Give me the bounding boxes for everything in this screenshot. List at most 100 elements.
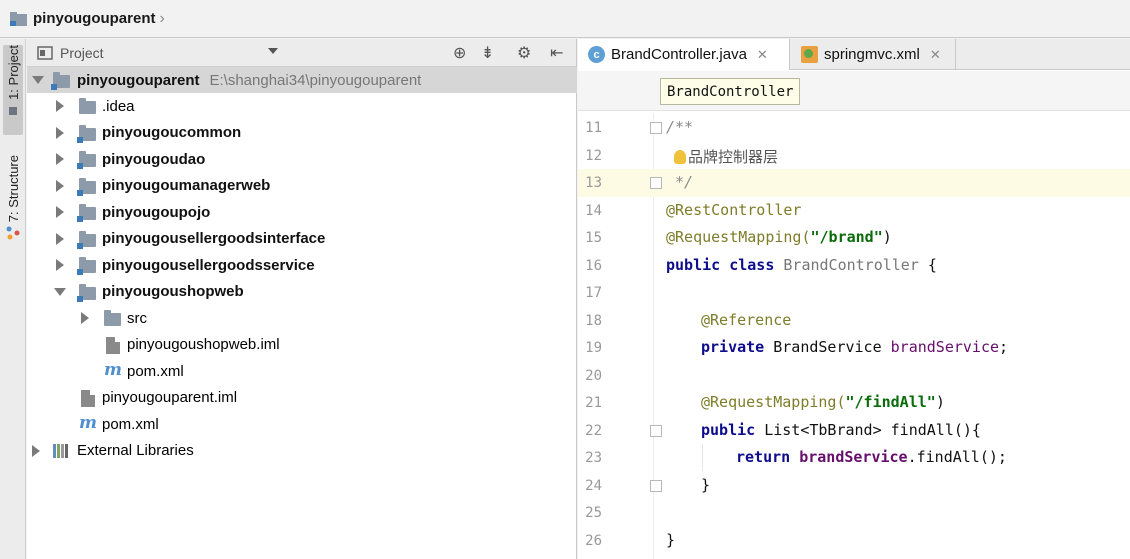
expand-arrow-icon[interactable]	[56, 179, 64, 192]
folder-icon	[104, 310, 121, 326]
tool-tab-project[interactable]: 1: Project	[3, 45, 23, 135]
tab-springmvc[interactable]: springmvc.xml ✕	[791, 39, 956, 70]
tree-item-file[interactable]: m pom.xml	[27, 358, 577, 384]
tree-item-module[interactable]: pinyougoushopweb	[27, 279, 577, 305]
indent-guide	[702, 444, 703, 471]
fold-marker-icon[interactable]	[650, 479, 662, 492]
expand-arrow-icon[interactable]	[56, 153, 64, 165]
expand-arrow-icon[interactable]	[32, 444, 40, 457]
code-text: @Reference	[701, 310, 792, 329]
tree-item-module[interactable]: pinyougoudao	[27, 146, 577, 172]
tree-item-module[interactable]: pinyougousellergoodsservice	[27, 252, 577, 278]
annotation-token: @RequestMapping(	[666, 228, 811, 246]
punct-token: )	[935, 393, 945, 411]
lightbulb-icon[interactable]	[674, 149, 686, 164]
code-line[interactable]: 18 @Reference	[578, 307, 1130, 335]
code-line[interactable]: 26 }	[578, 527, 1130, 555]
code-text: public List<TbBrand> findAll(){	[701, 421, 981, 439]
code-editor: c BrandController.java ✕ springmvc.xml ✕…	[578, 39, 1130, 559]
fold-marker-icon[interactable]	[650, 122, 662, 134]
root-module-name: pinyougouparent	[77, 71, 200, 89]
tree-item-label: pom.xml	[102, 415, 159, 433]
tree-item-external-libraries[interactable]: External Libraries	[27, 438, 577, 464]
line-number: 23	[585, 450, 602, 466]
tree-item-src[interactable]: src	[27, 305, 577, 331]
line-number: 13	[585, 175, 602, 191]
tree-item-label: pinyougoushopweb.iml	[127, 336, 280, 353]
line-number: 26	[585, 532, 602, 549]
tree-item-module[interactable]: pinyougousellergoodsinterface	[27, 226, 577, 252]
class-breadcrumb[interactable]: BrandController	[660, 78, 801, 105]
tree-item-module[interactable]: pinyougoumanagerweb	[27, 173, 577, 199]
close-icon[interactable]: ✕	[930, 47, 941, 63]
module-folder-icon	[77, 151, 96, 169]
expand-arrow-icon[interactable]	[56, 100, 64, 112]
code-line[interactable]: 19 private BrandService brandService;	[578, 334, 1130, 362]
gear-icon[interactable]: ⚙	[517, 43, 531, 63]
string-token: "/findAll"	[845, 393, 936, 411]
scroll-from-source-icon[interactable]: ⊕	[453, 43, 466, 63]
expand-arrow-icon[interactable]	[32, 76, 44, 84]
tree-item-idea[interactable]: .idea	[27, 93, 577, 119]
project-panel: Project ⊕ ⇟ ⚙ ⇤ pinyougouparent E:\shangh…	[27, 39, 577, 559]
tree-item-module[interactable]: pinyougoucommon	[27, 120, 577, 146]
punct-token: {	[927, 255, 937, 274]
java-class-icon: c	[588, 46, 605, 63]
code-line[interactable]: 22 public List<TbBrand> findAll(){	[578, 417, 1130, 445]
tree-item-label: pom.xml	[127, 362, 184, 380]
line-number: 19	[585, 340, 602, 356]
fold-marker-icon[interactable]	[650, 424, 662, 437]
code-text: return brandService.findAll();	[736, 448, 1007, 466]
code-line[interactable]: 23 return brandService.findAll();	[578, 444, 1130, 472]
code-line[interactable]: 25	[578, 499, 1130, 527]
navigation-bar: pinyougouparent ›	[0, 0, 1130, 38]
collapse-all-icon[interactable]: ⇟	[481, 43, 494, 63]
module-folder-icon	[77, 124, 96, 143]
module-folder-icon	[77, 204, 96, 222]
module-folder-icon	[77, 177, 96, 196]
tree-item-file[interactable]: m pom.xml	[27, 411, 577, 437]
tool-tab-project-label: 1: Project	[5, 45, 21, 100]
tree-item-file[interactable]: pinyougouparent.iml	[27, 385, 577, 411]
tool-tab-structure[interactable]: 7: Structure	[3, 155, 23, 257]
annotation-token: @RequestMapping(	[701, 393, 846, 411]
line-number: 24	[585, 477, 602, 494]
code-line[interactable]: 15 @RequestMapping("/brand")	[578, 224, 1130, 252]
line-number: 20	[585, 367, 602, 384]
expand-arrow-icon[interactable]	[56, 232, 64, 245]
maven-icon: m	[79, 413, 97, 433]
code-line[interactable]: 16 public class BrandController {	[578, 252, 1130, 280]
tab-brandcontroller[interactable]: c BrandController.java ✕	[578, 39, 790, 70]
tree-item-file[interactable]: pinyougoushopweb.iml	[27, 332, 577, 358]
view-dropdown-icon[interactable]	[268, 48, 278, 54]
code-line[interactable]: 24 }	[578, 472, 1130, 500]
code-line[interactable]: 11 /**	[578, 114, 1130, 142]
string-token: "/brand"	[810, 228, 883, 246]
expand-arrow-icon[interactable]	[81, 312, 89, 324]
fold-marker-icon[interactable]	[650, 177, 662, 189]
collapse-arrow-icon[interactable]	[54, 287, 66, 296]
code-text: /**	[666, 118, 694, 136]
line-number: 17	[585, 285, 602, 301]
code-line-current[interactable]: 13 */	[578, 169, 1130, 197]
class-name-token: BrandController	[783, 255, 919, 274]
comment-text: 品牌控制器层	[688, 147, 779, 166]
expand-arrow-icon[interactable]	[56, 259, 64, 271]
code-line[interactable]: 14 @RestController	[578, 197, 1130, 225]
line-number: 25	[585, 505, 602, 521]
tab-label: BrandController.java	[611, 46, 747, 63]
tab-label: springmvc.xml	[824, 46, 920, 63]
expand-arrow-icon[interactable]	[56, 126, 64, 139]
code-line[interactable]: 20	[578, 362, 1130, 390]
close-icon[interactable]: ✕	[757, 47, 768, 63]
code-line[interactable]: 12 品牌控制器层	[578, 142, 1130, 170]
code-line[interactable]: 17	[578, 279, 1130, 307]
code-line[interactable]: 21 @RequestMapping("/findAll")	[578, 389, 1130, 417]
tree-item-root[interactable]: pinyougouparent E:\shanghai34\pinyougoupa…	[27, 67, 577, 93]
tree-item-module[interactable]: pinyougoupojo	[27, 199, 577, 225]
punct-token: ;	[999, 338, 1009, 356]
expand-arrow-icon[interactable]	[56, 206, 64, 218]
hide-panel-icon[interactable]: ⇤	[550, 43, 563, 63]
breadcrumb-project[interactable]: pinyougouparent	[33, 10, 156, 27]
project-view-selector[interactable]: Project	[60, 45, 104, 61]
